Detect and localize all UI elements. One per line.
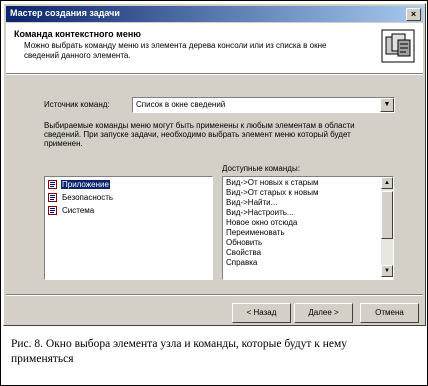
- task-wizard-icon: [381, 29, 415, 63]
- close-button[interactable]: ×: [406, 8, 421, 21]
- figure-frame: Мастер создания задачи × Команда контекс…: [0, 0, 428, 386]
- command-item[interactable]: Вид->От новых к старым: [226, 178, 318, 188]
- commands-scrollbar[interactable]: ▲ ▼: [381, 177, 393, 277]
- log-icon: [48, 206, 57, 215]
- source-value: Список в окне сведений: [136, 100, 226, 109]
- source-dropdown[interactable]: Список в окне сведений ▼: [132, 97, 395, 113]
- command-item[interactable]: Новое окно отсюда: [226, 218, 297, 228]
- next-button[interactable]: Далее >: [294, 303, 353, 323]
- command-item[interactable]: Вид->Настроить...: [226, 208, 294, 218]
- header-divider: [6, 74, 423, 75]
- info-text: Выбираемые команды меню могут быть приме…: [44, 121, 355, 148]
- cancel-button[interactable]: Отмена: [360, 303, 419, 323]
- source-label: Источник команд:: [44, 100, 110, 109]
- log-icon: [48, 180, 57, 189]
- title-bar: Мастер создания задачи ×: [6, 6, 423, 22]
- command-item[interactable]: Вид->Найти...: [226, 198, 277, 208]
- scroll-up-icon[interactable]: ▲: [381, 177, 393, 189]
- header-title: Команда контекстного меню: [14, 29, 141, 39]
- log-icon: [48, 193, 57, 202]
- tree-item-label: Система: [62, 206, 95, 215]
- footer-divider-highlight: [6, 295, 423, 296]
- wizard-window: Мастер создания задачи × Команда контекс…: [3, 3, 426, 326]
- node-tree[interactable]: Приложение Безопасность Система: [44, 176, 213, 280]
- commands-list[interactable]: Вид->От новых к старым Вид->От старых к …: [222, 176, 394, 280]
- tree-item-label: Безопасность: [62, 193, 114, 202]
- back-button[interactable]: < Назад: [232, 303, 291, 323]
- header-description: Можно выбрать команду меню из элемента д…: [24, 41, 327, 60]
- figure-caption: Рис. 8. Окно выбора элемента узла и кома…: [11, 338, 348, 365]
- commands-label: Доступные команды:: [222, 164, 300, 173]
- tree-item-label: Приложение: [61, 180, 110, 189]
- command-item[interactable]: Справка: [226, 258, 257, 268]
- chevron-down-icon[interactable]: ▼: [380, 98, 394, 112]
- command-item[interactable]: Вид->От старых к новым: [226, 188, 318, 198]
- command-item[interactable]: Свойства: [226, 248, 261, 258]
- window-title: Мастер создания задачи: [10, 8, 120, 18]
- command-item[interactable]: Обновить: [226, 238, 262, 248]
- command-item[interactable]: Переименовать: [226, 228, 285, 238]
- scroll-down-icon[interactable]: ▼: [381, 265, 393, 277]
- scroll-thumb[interactable]: [381, 191, 393, 239]
- wizard-header: Команда контекстного меню Можно выбрать …: [6, 23, 423, 74]
